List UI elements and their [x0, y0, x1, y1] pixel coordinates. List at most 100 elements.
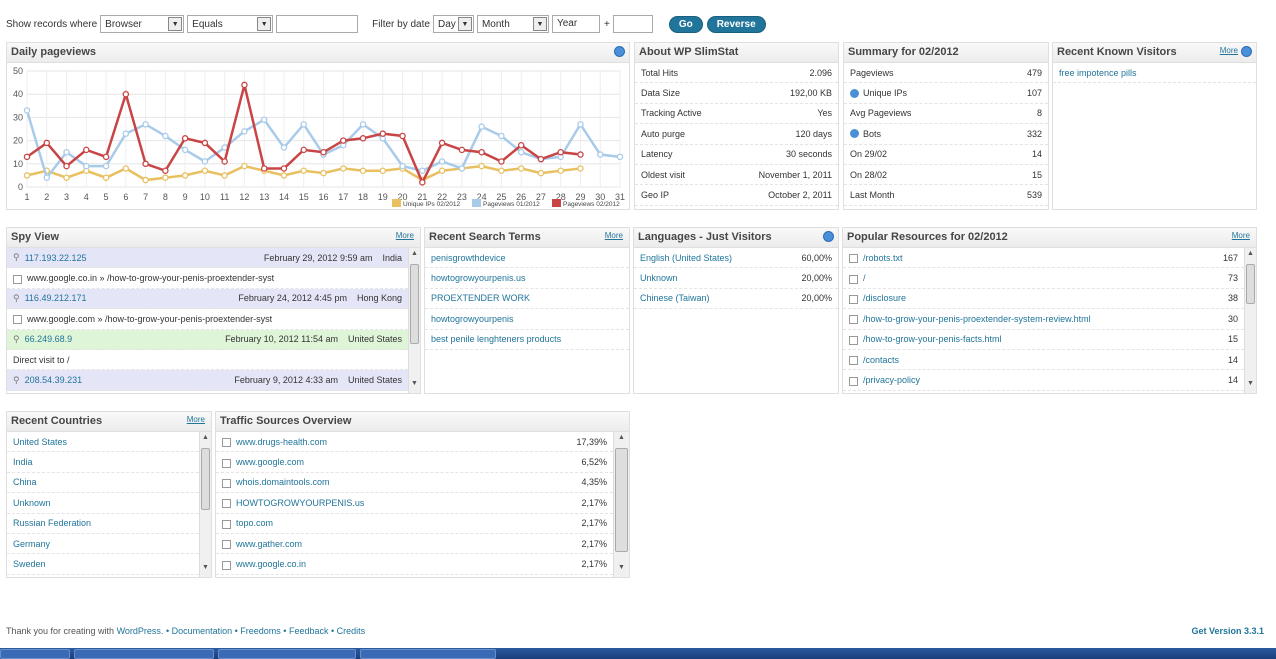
operator-select[interactable]: Equals ▼	[187, 15, 274, 33]
spy-ip[interactable]: 66.249.68.9	[25, 334, 73, 344]
scrollbar[interactable]: ▲ ▼	[613, 432, 629, 577]
language-row-label[interactable]: Unknown	[640, 273, 678, 283]
traffic-row-label[interactable]: www.gather.com	[236, 539, 302, 549]
traffic-row[interactable]: whois.domaintools.com 4,35%	[216, 473, 613, 494]
traffic-row[interactable]: www.drugs-health.com 17,39%	[216, 432, 613, 453]
traffic-row-label[interactable]: whois.domaintools.com	[236, 477, 330, 487]
resource-row-label[interactable]: /contacts	[863, 355, 899, 365]
country-item-label[interactable]: Unknown	[13, 498, 51, 508]
version-link[interactable]: Get Version 3.3.1	[1191, 626, 1264, 636]
language-row-label[interactable]: English (United States)	[640, 253, 732, 263]
search-term-item-label[interactable]: PROEXTENDER WORK	[431, 293, 530, 303]
language-row[interactable]: Unknown 20,00%	[634, 268, 838, 289]
go-button[interactable]: Go	[668, 15, 703, 33]
country-item[interactable]: Sweden	[7, 554, 199, 575]
taskbar-button[interactable]	[218, 649, 356, 659]
spy-visit-row[interactable]: ⚲ 117.193.22.125 February 29, 2012 9:59 am…	[7, 248, 408, 269]
spy-visit-row[interactable]: ⚲ 66.249.68.9 February 10, 2012 11:54 am Un…	[7, 329, 408, 350]
taskbar-button[interactable]	[360, 649, 496, 659]
scroll-thumb[interactable]	[201, 448, 210, 510]
country-item[interactable]: United States	[7, 432, 199, 453]
spy-referrer[interactable]: www.google.co.in » /how-to-grow-your-pen…	[27, 273, 274, 283]
traffic-row[interactable]: www.gather.com 2,17%	[216, 534, 613, 555]
resource-row[interactable]: /privacy-policy 14	[843, 370, 1244, 391]
country-item[interactable]: China	[7, 473, 199, 494]
info-icon[interactable]	[823, 231, 834, 242]
scroll-thumb[interactable]	[1246, 264, 1255, 304]
magnifier-icon[interactable]: ⚲	[13, 252, 20, 263]
traffic-row-label[interactable]: www.google.com	[236, 457, 304, 467]
search-term-item[interactable]: best penile lenghteners products	[425, 330, 629, 350]
resource-row[interactable]: /contacts 14	[843, 350, 1244, 371]
scroll-up-icon[interactable]: ▲	[614, 434, 629, 445]
country-item-label[interactable]: India	[13, 457, 33, 467]
more-link[interactable]: More	[1232, 231, 1250, 240]
country-item-label[interactable]: Germany	[13, 539, 50, 549]
day-select[interactable]: Day ▼	[432, 15, 474, 33]
traffic-row-label[interactable]: HOWTOGROWYOURPENIS.us	[236, 498, 364, 508]
scroll-down-icon[interactable]: ▼	[614, 564, 629, 575]
traffic-row-label[interactable]: www.google.co.in	[236, 559, 306, 569]
scroll-up-icon[interactable]: ▲	[200, 434, 211, 445]
search-term-item-label[interactable]: penisgrowthdevice	[431, 253, 506, 263]
plus-days-input[interactable]	[612, 15, 653, 33]
spy-referrer-row[interactable]: www.google.com » /how-to-grow-your-penis…	[7, 309, 408, 330]
spy-visit-row[interactable]: ⚲ 208.54.39.231 February 9, 2012 4:33 am Un…	[7, 370, 408, 391]
traffic-row[interactable]: HOWTOGROWYOURPENIS.us 2,17%	[216, 493, 613, 514]
reverse-button[interactable]: Reverse	[706, 15, 766, 33]
resource-row[interactable]: /how-to-grow-your-penis-facts.html 15	[843, 330, 1244, 350]
spy-referrer[interactable]: www.google.com » /how-to-grow-your-penis…	[27, 314, 272, 324]
month-select[interactable]: Month ▼	[476, 15, 549, 33]
search-term-item[interactable]: PROEXTENDER WORK	[425, 289, 629, 310]
country-item[interactable]: Russian Federation	[7, 514, 199, 534]
magnifier-icon[interactable]: ⚲	[13, 334, 20, 345]
country-item[interactable]: India	[7, 452, 199, 473]
resource-row[interactable]: /how-to-grow-your-penis-proextender-syst…	[843, 309, 1244, 330]
country-item-label[interactable]: Sweden	[13, 559, 46, 569]
resource-row-label[interactable]: /how-to-grow-your-penis-facts.html	[863, 334, 1002, 344]
scroll-up-icon[interactable]: ▲	[409, 250, 420, 261]
traffic-row[interactable]: topo.com 2,17%	[216, 514, 613, 534]
resource-row[interactable]: /disclosure 38	[843, 289, 1244, 310]
scrollbar[interactable]: ▲ ▼	[408, 248, 420, 393]
known-visitor-item-label[interactable]: free impotence pills	[1059, 68, 1137, 78]
scroll-down-icon[interactable]: ▼	[1245, 380, 1256, 391]
footer-links[interactable]: • Documentation • Freedoms • Feedback • …	[166, 626, 365, 636]
traffic-row[interactable]: www.google.co.in 2,17%	[216, 554, 613, 575]
language-row[interactable]: English (United States) 60,00%	[634, 248, 838, 269]
country-item[interactable]: Unknown	[7, 493, 199, 514]
traffic-row-label[interactable]: www.drugs-health.com	[236, 437, 327, 447]
search-term-item[interactable]: penisgrowthdevice	[425, 248, 629, 269]
country-item[interactable]: Germany	[7, 534, 199, 555]
spy-ip[interactable]: 116.49.212.171	[25, 293, 87, 303]
spy-visit-row[interactable]: ⚲ 116.49.212.171 February 24, 2012 4:45 pm…	[7, 288, 408, 310]
country-item-label[interactable]: China	[13, 477, 37, 487]
magnifier-icon[interactable]: ⚲	[13, 375, 20, 386]
traffic-row-label[interactable]: topo.com	[236, 518, 273, 528]
more-link[interactable]: More	[396, 231, 414, 240]
resource-row[interactable]: /robots.txt 167	[843, 248, 1244, 269]
resource-row-label[interactable]: /disclosure	[863, 293, 906, 303]
magnifier-icon[interactable]: ⚲	[13, 293, 20, 304]
country-item-label[interactable]: Russian Federation	[13, 518, 91, 528]
resource-row-label[interactable]: /robots.txt	[863, 253, 903, 263]
language-row[interactable]: Chinese (Taiwan) 20,00%	[634, 289, 838, 310]
language-row-label[interactable]: Chinese (Taiwan)	[640, 293, 710, 303]
info-icon[interactable]	[614, 46, 625, 57]
resource-row-label[interactable]: /privacy-policy	[863, 375, 920, 385]
scroll-thumb[interactable]	[410, 264, 419, 344]
wordpress-link[interactable]: WordPress.	[117, 626, 164, 636]
search-term-item-label[interactable]: best penile lenghteners products	[431, 334, 561, 344]
taskbar-button[interactable]	[0, 649, 70, 659]
spy-ip[interactable]: 208.54.39.231	[25, 375, 83, 385]
spy-ip[interactable]: 117.193.22.125	[25, 253, 87, 263]
search-term-item-label[interactable]: howtogrowyourpenis	[431, 314, 514, 324]
scroll-down-icon[interactable]: ▼	[200, 564, 211, 575]
known-visitor-item[interactable]: free impotence pills	[1053, 63, 1256, 84]
search-term-item[interactable]: howtogrowyourpenis.us	[425, 268, 629, 289]
more-link[interactable]: More	[1220, 46, 1238, 55]
spy-referrer-row[interactable]: www.google.co.in » /how-to-grow-your-pen…	[7, 268, 408, 289]
country-item-label[interactable]: United States	[13, 437, 67, 447]
search-term-item[interactable]: howtogrowyourpenis	[425, 309, 629, 330]
taskbar-button[interactable]	[74, 649, 214, 659]
